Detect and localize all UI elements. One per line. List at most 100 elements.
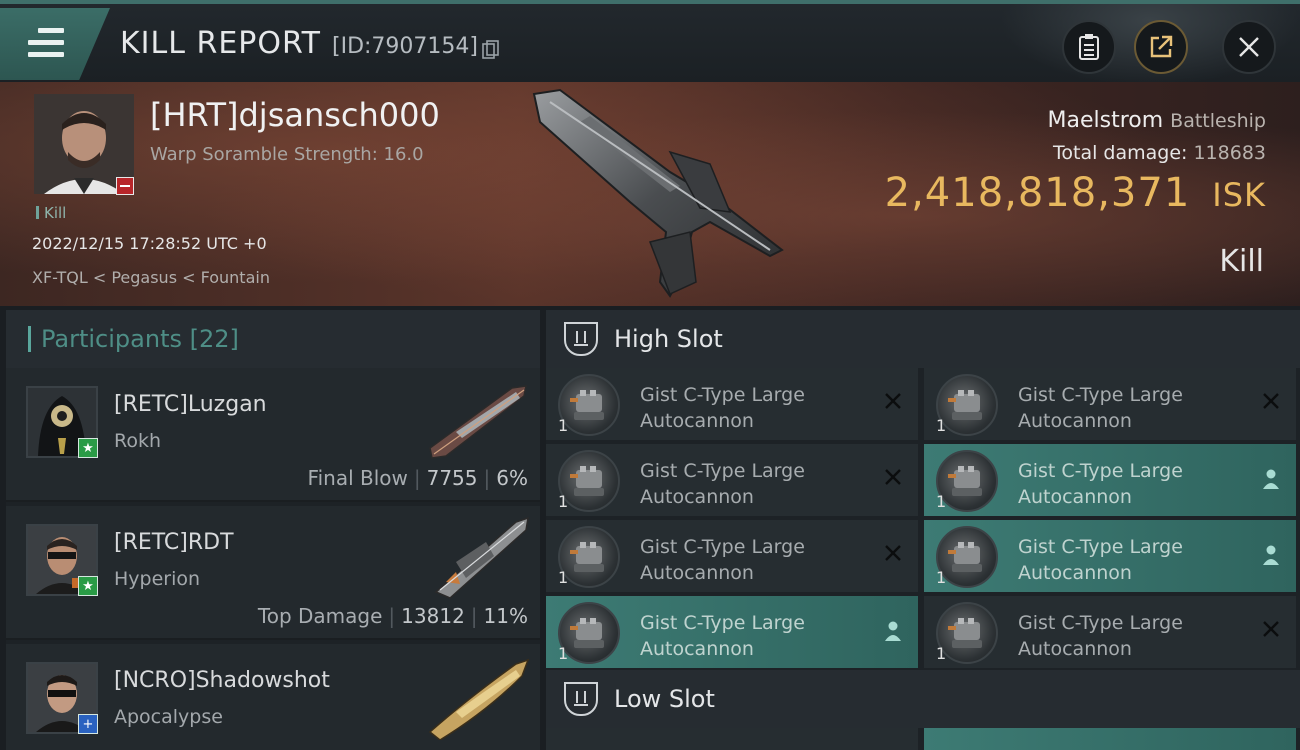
participant-ship-icon [434,516,529,599]
dropped-person-icon [1260,544,1282,566]
clipboard-button[interactable] [1062,20,1116,74]
module-name-line2: Autocannon [1018,638,1132,660]
ship-render [532,88,784,298]
module-name: Gist C-Type Large Autocannon [1018,610,1238,662]
module-name-line2: Autocannon [1018,410,1132,432]
destroyed-x-icon [1260,392,1282,414]
module-name-line2: Autocannon [640,410,754,432]
ship-name: Maelstrom [1047,108,1164,133]
module-quantity: 1 [558,416,569,435]
module-name-line1: Gist C-Type Large [640,536,805,558]
high-slot-module[interactable]: 1 Gist C-Type Large Autocannon [546,596,918,668]
participant-role: Top Damage [257,604,383,628]
hamburger-icon [28,28,64,58]
total-damage-value: 118683 [1193,142,1266,164]
top-bar: KILL REPORT [ID:7907154] [0,0,1300,86]
ship-class: Battleship [1170,110,1266,132]
high-slot-module[interactable]: 1 Gist C-Type Large Autocannon [546,444,918,516]
kill-location[interactable]: XF-TQL < Pegasus < Fountain [32,268,270,287]
victim-name[interactable]: [HRT]djsansch000 [150,96,440,134]
copy-icon[interactable] [482,40,500,60]
share-icon [1150,35,1173,58]
high-slot-module[interactable]: 1 Gist C-Type Large Autocannon [924,444,1296,516]
isk-unit: ISK [1212,176,1266,214]
module-quantity: 1 [936,568,947,587]
report-id: [ID:7907154] [332,34,478,59]
standing-star-icon: ★ [78,438,98,458]
module-name: Gist C-Type Large Autocannon [640,382,860,434]
module-quantity: 1 [936,492,947,511]
participant-damage: 13812 [401,604,465,628]
module-name-line2: Autocannon [640,638,754,660]
destroyed-x-icon [882,468,904,490]
module-quantity: 1 [936,644,947,663]
participants-header: Participants [22] [6,310,540,368]
share-button[interactable] [1134,20,1188,74]
module-name-line1: Gist C-Type Large [1018,612,1183,634]
module-name-line1: Gist C-Type Large [1018,384,1183,406]
low-slot-icon [564,682,598,716]
page-title: KILL REPORT [120,26,321,61]
low-slot-title: Low Slot [614,685,715,713]
destroyed-x-icon [882,544,904,566]
participant-row[interactable]: ★ [RETC]RDT Hyperion Top Damage | 13812 | 11… [6,506,540,640]
participant-row[interactable]: + [NCRO]Shadowshot Apocalypse [6,644,540,750]
module-name-line1: Gist C-Type Large [640,460,805,482]
module-name-line2: Autocannon [1018,486,1132,508]
low-slot-module[interactable] [546,728,918,750]
participant-percent: 6% [496,466,528,490]
dropped-person-icon [882,620,904,642]
participant-stats: Final Blow | 7755 | 6% [307,466,528,490]
victim-ship[interactable]: Maelstrom Battleship [1048,108,1266,133]
module-name-line2: Autocannon [640,486,754,508]
participant-ship-icon [429,385,527,459]
high-slot-module[interactable]: 1 Gist C-Type Large Autocannon [924,596,1296,668]
module-quantity: 1 [558,492,569,511]
destroyed-x-icon [882,392,904,414]
kill-tag: Kill [36,204,66,222]
module-name-line1: Gist C-Type Large [640,384,805,406]
security-status-badge [116,177,134,195]
isk-amount: 2,418,818,371 [884,170,1191,216]
high-slot-module[interactable]: 1 Gist C-Type Large Autocannon [546,520,918,592]
high-slot-icon [564,322,598,356]
standing-plus-icon: + [78,714,98,734]
high-slot-module[interactable]: 1 Gist C-Type Large Autocannon [924,368,1296,440]
module-quantity: 1 [558,644,569,663]
module-name: Gist C-Type Large Autocannon [640,610,860,662]
low-slot-module[interactable] [924,728,1296,750]
module-name-line1: Gist C-Type Large [1018,460,1183,482]
participant-role: Final Blow [307,466,408,490]
module-quantity: 1 [558,568,569,587]
module-name-line1: Gist C-Type Large [640,612,805,634]
module-name: Gist C-Type Large Autocannon [640,534,860,586]
report-result: Kill [1219,244,1264,279]
participant-name[interactable]: [NCRO]Shadowshot [114,668,330,693]
participants-panel[interactable]: Participants [22] ★ [RETC]Luzgan Rokh Fi… [6,310,540,750]
menu-button[interactable] [0,8,110,80]
module-name: Gist C-Type Large Autocannon [640,458,860,510]
participant-stats: Top Damage | 13812 | 11% [257,604,528,628]
warp-scramble-strength: Warp Soramble Strength: 16.0 [150,144,424,165]
participant-ship-icon [428,658,530,740]
clipboard-icon [1079,34,1099,60]
module-name-line2: Autocannon [640,562,754,584]
participant-ship: Hyperion [114,568,201,590]
high-slot-module[interactable]: 1 Gist C-Type Large Autocannon [924,520,1296,592]
fitting-panel[interactable]: High Slot 1 Gist C-Type Large Autocannon 1 G… [546,310,1300,750]
participant-ship: Apocalypse [114,706,223,728]
high-slot-module[interactable]: 1 Gist C-Type Large Autocannon [546,368,918,440]
participants-label: Participants [41,325,182,353]
module-quantity: 1 [936,416,947,435]
participant-name[interactable]: [RETC]RDT [114,530,234,555]
module-name-line2: Autocannon [1018,562,1132,584]
standing-star-icon: ★ [78,576,98,596]
isk-value: 2,418,818,371 ISK [885,170,1266,216]
destroyed-x-icon [1260,620,1282,642]
participant-row[interactable]: ★ [RETC]Luzgan Rokh Final Blow | 7755 | 6% [6,368,540,502]
total-damage: Total damage: 118683 [1053,142,1266,164]
close-button[interactable] [1222,20,1276,74]
participant-percent: 11% [483,604,528,628]
participant-name[interactable]: [RETC]Luzgan [114,392,267,417]
dropped-person-icon [1260,468,1282,490]
